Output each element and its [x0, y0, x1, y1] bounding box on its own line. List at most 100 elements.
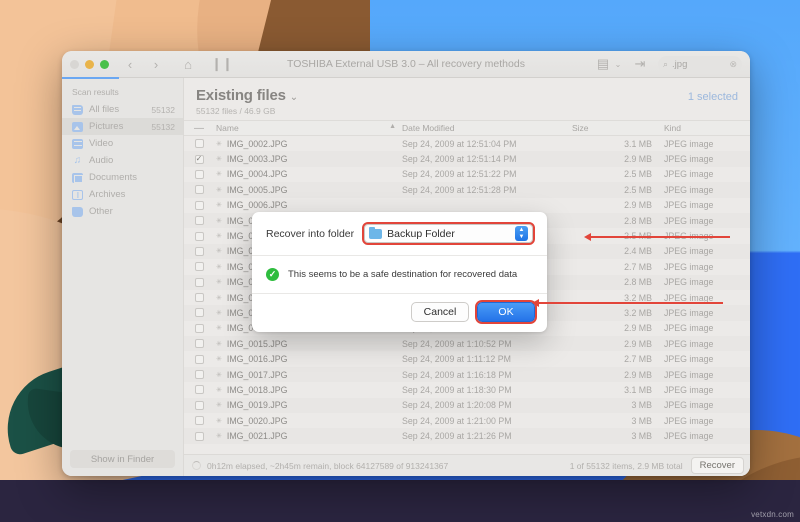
sidebar-item-pictures[interactable]: Pictures 55132	[62, 118, 183, 135]
table-row[interactable]: ✳ IMG_0006.JPG 2.9 MB JPEG image	[184, 198, 750, 213]
desktop-background: vetxdn.com ‹ › ⌂ ❙❙ TOSHIBA External USB…	[0, 0, 800, 522]
filter-icon[interactable]: ⇥	[631, 55, 649, 73]
row-name: ✳ IMG_0004.JPG	[210, 169, 402, 179]
sidebar-item-archives[interactable]: Archives	[62, 186, 183, 203]
row-checkbox[interactable]	[188, 216, 210, 226]
success-check-icon: ✓	[266, 268, 279, 281]
row-checkbox[interactable]: ✓	[188, 154, 210, 164]
ok-button[interactable]: OK	[475, 300, 537, 324]
stepper-up-icon: ▲	[518, 226, 525, 233]
row-name: ✳ IMG_0018.JPG	[210, 385, 402, 395]
file-name: IMG_0020.JPG	[226, 415, 288, 426]
checkbox-icon	[194, 431, 204, 441]
table-row[interactable]: ✓ ✳ IMG_0003.JPG Sep 24, 2009 at 12:51:14 P…	[184, 151, 750, 167]
clear-search-icon[interactable]: ⊗	[729, 59, 737, 70]
row-checkbox[interactable]	[188, 339, 210, 349]
minimize-icon[interactable]	[85, 59, 94, 69]
row-kind: JPEG image	[664, 338, 714, 349]
table-row[interactable]: ✳ IMG_0002.JPG Sep 24, 2009 at 12:51:04 PM…	[184, 136, 750, 151]
status-right: 1 of 55132 items, 2.9 MB total Recover	[570, 457, 744, 474]
row-kind: JPEG image	[664, 138, 714, 149]
stepper-icon[interactable]: ▲ ▼	[515, 226, 528, 241]
main-header: Existing files ⌄ 1 selected 55132 files …	[184, 78, 750, 120]
cancel-button[interactable]: Cancel	[411, 302, 469, 322]
file-type-dot-icon: ✳	[216, 156, 222, 164]
row-kind: JPEG image	[664, 215, 714, 226]
checkbox-icon	[194, 262, 204, 272]
row-checkbox[interactable]	[188, 200, 210, 210]
table-row[interactable]: ✳ IMG_0020.JPG Sep 24, 2009 at 1:21:00 PM 3…	[184, 413, 750, 428]
chevron-down-icon[interactable]: ⌄	[614, 55, 622, 73]
table-row[interactable]: ✳ IMG_0015.JPG Sep 24, 2009 at 1:10:52 PM 2…	[184, 336, 750, 352]
sidebar-item-other[interactable]: Other	[62, 203, 183, 220]
row-kind: JPEG image	[664, 415, 714, 426]
table-row[interactable]: ✳ IMG_0017.JPG Sep 24, 2009 at 1:16:18 PM 2…	[184, 366, 750, 383]
row-date: Sep 24, 2009 at 12:51:14 PM	[402, 154, 517, 165]
column-header-size[interactable]: Size	[572, 123, 658, 133]
file-type-dot-icon: ✳	[216, 294, 222, 302]
row-checkbox[interactable]	[188, 354, 210, 364]
search-input[interactable]: ⌕ .jpg ⊗	[658, 55, 742, 73]
sidebar-item-audio[interactable]: ♫ Audio	[62, 152, 183, 169]
row-kind: JPEG image	[664, 431, 714, 442]
row-checkbox[interactable]	[188, 185, 210, 195]
chevron-down-icon[interactable]: ⌄	[290, 92, 298, 103]
column-name-label: Name	[216, 123, 239, 133]
window-titlebar: ‹ › ⌂ ❙❙ TOSHIBA External USB 3.0 – All …	[62, 51, 750, 78]
row-checkbox[interactable]	[188, 385, 210, 395]
table-row[interactable]: ✳ IMG_0004.JPG Sep 24, 2009 at 12:51:22 PM…	[184, 167, 750, 182]
row-checkbox[interactable]	[188, 323, 210, 333]
row-checkbox[interactable]	[188, 169, 210, 179]
row-checkbox[interactable]	[188, 139, 210, 149]
recover-button[interactable]: Recover	[690, 457, 744, 474]
column-header-name[interactable]: Name ▲	[210, 123, 402, 133]
row-size: 2.5 MB	[624, 184, 652, 195]
row-checkbox[interactable]	[188, 246, 210, 256]
table-row[interactable]: ✳ IMG_0018.JPG Sep 24, 2009 at 1:18:30 PM 3…	[184, 382, 750, 397]
table-row[interactable]: ✳ IMG_0019.JPG Sep 24, 2009 at 1:20:08 PM 3…	[184, 397, 750, 414]
table-row[interactable]: ✳ IMG_0016.JPG Sep 24, 2009 at 1:11:12 PM 2…	[184, 351, 750, 366]
row-checkbox[interactable]	[188, 416, 210, 426]
sidebar-item-video[interactable]: Video	[62, 135, 183, 152]
row-name: ✳ IMG_0002.JPG	[210, 139, 402, 149]
row-checkbox[interactable]	[188, 262, 210, 272]
sidebar: Scan results All files 55132 Pictures 55…	[62, 77, 184, 476]
file-type-dot-icon: ✳	[216, 325, 222, 333]
forward-icon[interactable]: ›	[147, 55, 165, 73]
row-kind: JPEG image	[664, 246, 714, 257]
all-files-icon	[72, 104, 83, 115]
show-in-finder-button[interactable]: Show in Finder	[70, 450, 175, 468]
table-row[interactable]: ✳ IMG_0021.JPG Sep 24, 2009 at 1:21:26 PM 3…	[184, 428, 750, 444]
row-kind: JPEG image	[664, 184, 714, 195]
row-kind: JPEG image	[664, 200, 714, 211]
row-checkbox[interactable]	[188, 370, 210, 380]
pause-icon[interactable]: ❙❙	[211, 55, 233, 73]
row-checkbox[interactable]	[188, 231, 210, 241]
row-checkbox[interactable]	[188, 431, 210, 441]
column-header-kind[interactable]: Kind	[658, 123, 750, 133]
checkbox-icon: ✓	[194, 154, 204, 164]
row-checkbox[interactable]	[188, 400, 210, 410]
row-size: 2.9 MB	[624, 369, 652, 380]
view-mode-icon[interactable]: ▤	[594, 55, 612, 73]
sidebar-item-documents[interactable]: Documents	[62, 169, 183, 186]
table-row[interactable]: ✳ IMG_0005.JPG Sep 24, 2009 at 12:51:28 PM…	[184, 182, 750, 198]
home-icon[interactable]: ⌂	[179, 55, 197, 73]
sidebar-item-all-files[interactable]: All files 55132	[62, 101, 183, 118]
row-date: Sep 24, 2009 at 12:51:04 PM	[402, 138, 517, 149]
row-checkbox[interactable]	[188, 308, 210, 318]
row-kind: JPEG image	[664, 277, 714, 288]
stepper-down-icon: ▼	[518, 233, 525, 240]
select-all-checkbox[interactable]: —	[188, 123, 210, 134]
row-checkbox[interactable]	[188, 277, 210, 287]
safe-destination-text: This seems to be a safe destination for …	[288, 269, 518, 280]
close-icon[interactable]	[70, 59, 79, 69]
row-checkbox[interactable]	[188, 293, 210, 303]
zoom-icon[interactable]	[100, 59, 109, 69]
video-icon	[72, 138, 83, 149]
sidebar-item-count: 55132	[151, 104, 175, 115]
file-type-dot-icon: ✳	[216, 202, 222, 210]
folder-select[interactable]: Backup Folder ▲ ▼	[362, 222, 535, 245]
column-header-date[interactable]: Date Modified	[402, 123, 572, 133]
back-icon[interactable]: ‹	[121, 55, 139, 73]
